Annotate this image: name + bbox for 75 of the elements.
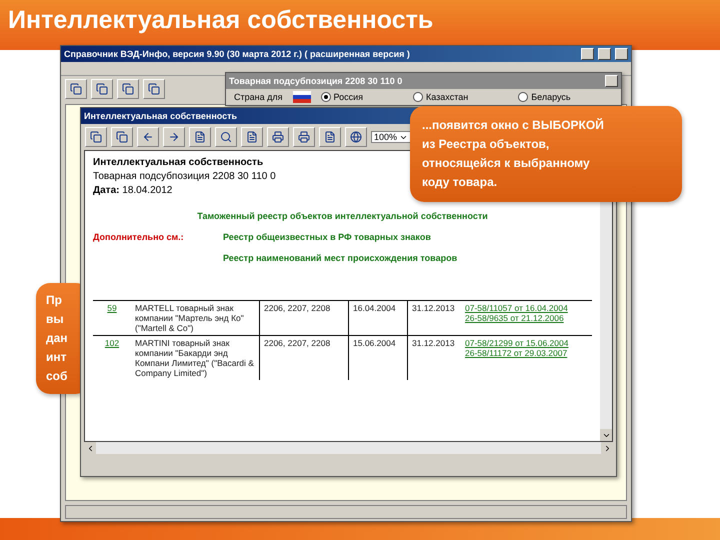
- toolbar-button[interactable]: [117, 79, 139, 99]
- copy-icon: [70, 83, 82, 95]
- minimize-button[interactable]: [581, 48, 594, 60]
- window-title: Справочник ВЭД-Инфо, версия 9.90 (30 марта 2012 г.) ( расширенная версия ): [64, 49, 411, 59]
- callout-text: ...появится окно с ВЫБОРКОЙ: [422, 117, 605, 134]
- toolbar-button[interactable]: [163, 127, 185, 147]
- table-cell: 31.12.2013: [408, 336, 461, 380]
- back-arrow-icon: [142, 131, 154, 143]
- print-icon: [272, 131, 284, 143]
- zoom-dropdown[interactable]: 100%: [371, 131, 412, 143]
- table-cell: 15.06.2004: [348, 336, 408, 380]
- toolbar-button[interactable]: [267, 127, 289, 147]
- copy-icon: [90, 131, 102, 143]
- toolbar-button[interactable]: [293, 127, 315, 147]
- slide-title: Интеллектуальная собственность: [8, 6, 434, 35]
- toolbar-button[interactable]: [215, 127, 237, 147]
- report-date: Дата: 18.04.2012: [93, 185, 172, 196]
- toolbar-button[interactable]: [189, 127, 211, 147]
- report-subheading: Товарная подсубпозиция 2208 30 110 0: [93, 171, 276, 182]
- globe-icon: [350, 131, 362, 143]
- callout-text: из Реестра объектов,: [422, 136, 550, 153]
- callout-text: инт: [46, 349, 68, 366]
- entry-number-link[interactable]: 102: [104, 338, 120, 348]
- callout-text: соб: [46, 368, 68, 385]
- copy-icon: [148, 83, 160, 95]
- table-cell: MARTINI товарный знак компании "Бакарди энд Компани Лимитед" ("Bacardi & Company Limited"): [131, 336, 260, 380]
- toolbar-button[interactable]: [111, 127, 133, 147]
- see-also-label: Дополнительно см.:: [93, 232, 185, 242]
- toolbar-button[interactable]: [345, 127, 367, 147]
- document-icon: [246, 131, 258, 143]
- toolbar-button[interactable]: [319, 127, 341, 147]
- letter-link[interactable]: 26-58/11172 от 29.03.2007: [465, 348, 588, 358]
- entry-number-link[interactable]: 59: [107, 303, 117, 313]
- callout-text: дан: [46, 330, 69, 347]
- letter-link[interactable]: 07-58/21299 от 15.06.2004: [465, 338, 588, 348]
- callout-text: Пр: [46, 292, 63, 309]
- print-icon: [298, 131, 310, 143]
- copy-icon: [96, 83, 108, 95]
- toolbar-button[interactable]: [65, 79, 87, 99]
- horizontal-scrollbar[interactable]: [84, 442, 613, 454]
- callout-text: коду товара.: [422, 174, 498, 191]
- toolbar-button[interactable]: [143, 79, 165, 99]
- table-cell: MARTELL товарный знак компании "Мартель энд Ко" ("Martell & Co"): [131, 300, 260, 336]
- country-label: Страна для: [234, 92, 282, 102]
- toolbar-button[interactable]: [91, 79, 113, 99]
- table-cell: 31.12.2013: [408, 300, 461, 336]
- country-radio[interactable]: Россия: [320, 92, 364, 102]
- report-heading: Интеллектуальная собственность: [93, 157, 264, 168]
- copy-icon: [116, 131, 128, 143]
- copy-icon: [122, 83, 134, 95]
- table-cell: 2206, 2207, 2208: [260, 300, 348, 336]
- toolbar-button[interactable]: [241, 127, 263, 147]
- letter-link[interactable]: 07-58/11057 от 16.04.2004: [465, 303, 588, 313]
- country-radio[interactable]: Казахстан: [413, 92, 468, 102]
- callout-text: относящейся к выбранному: [422, 155, 591, 172]
- toolbar-button[interactable]: [137, 127, 159, 147]
- table-cell: 2206, 2207, 2208: [260, 336, 348, 380]
- window-title: Товарная подсубпозиция 2208 30 110 0: [229, 76, 404, 86]
- registry-link[interactable]: Реестр наименований мест происхождения товаров: [223, 253, 458, 263]
- document-icon: [324, 131, 336, 143]
- forward-arrow-icon: [168, 131, 180, 143]
- toolbar-button[interactable]: [85, 127, 107, 147]
- registry-link[interactable]: Таможенный реестр объектов интеллектуальной собственности: [197, 211, 488, 221]
- table-cell: 16.04.2004: [348, 300, 408, 336]
- close-button[interactable]: [605, 75, 618, 87]
- document-icon: [194, 131, 206, 143]
- search-icon: [220, 131, 232, 143]
- letter-link[interactable]: 26-58/9635 от 21.12.2006: [465, 313, 588, 323]
- window-title: Интеллектуальная собственность: [84, 111, 238, 121]
- callout-text: вы: [46, 311, 65, 328]
- close-button[interactable]: [615, 48, 628, 60]
- maximize-button[interactable]: [598, 48, 611, 60]
- country-radio[interactable]: Беларусь: [518, 92, 571, 102]
- registry-link[interactable]: Реестр общеизвестных в РФ товарных знаков: [223, 232, 431, 242]
- flag-icon: [292, 91, 310, 103]
